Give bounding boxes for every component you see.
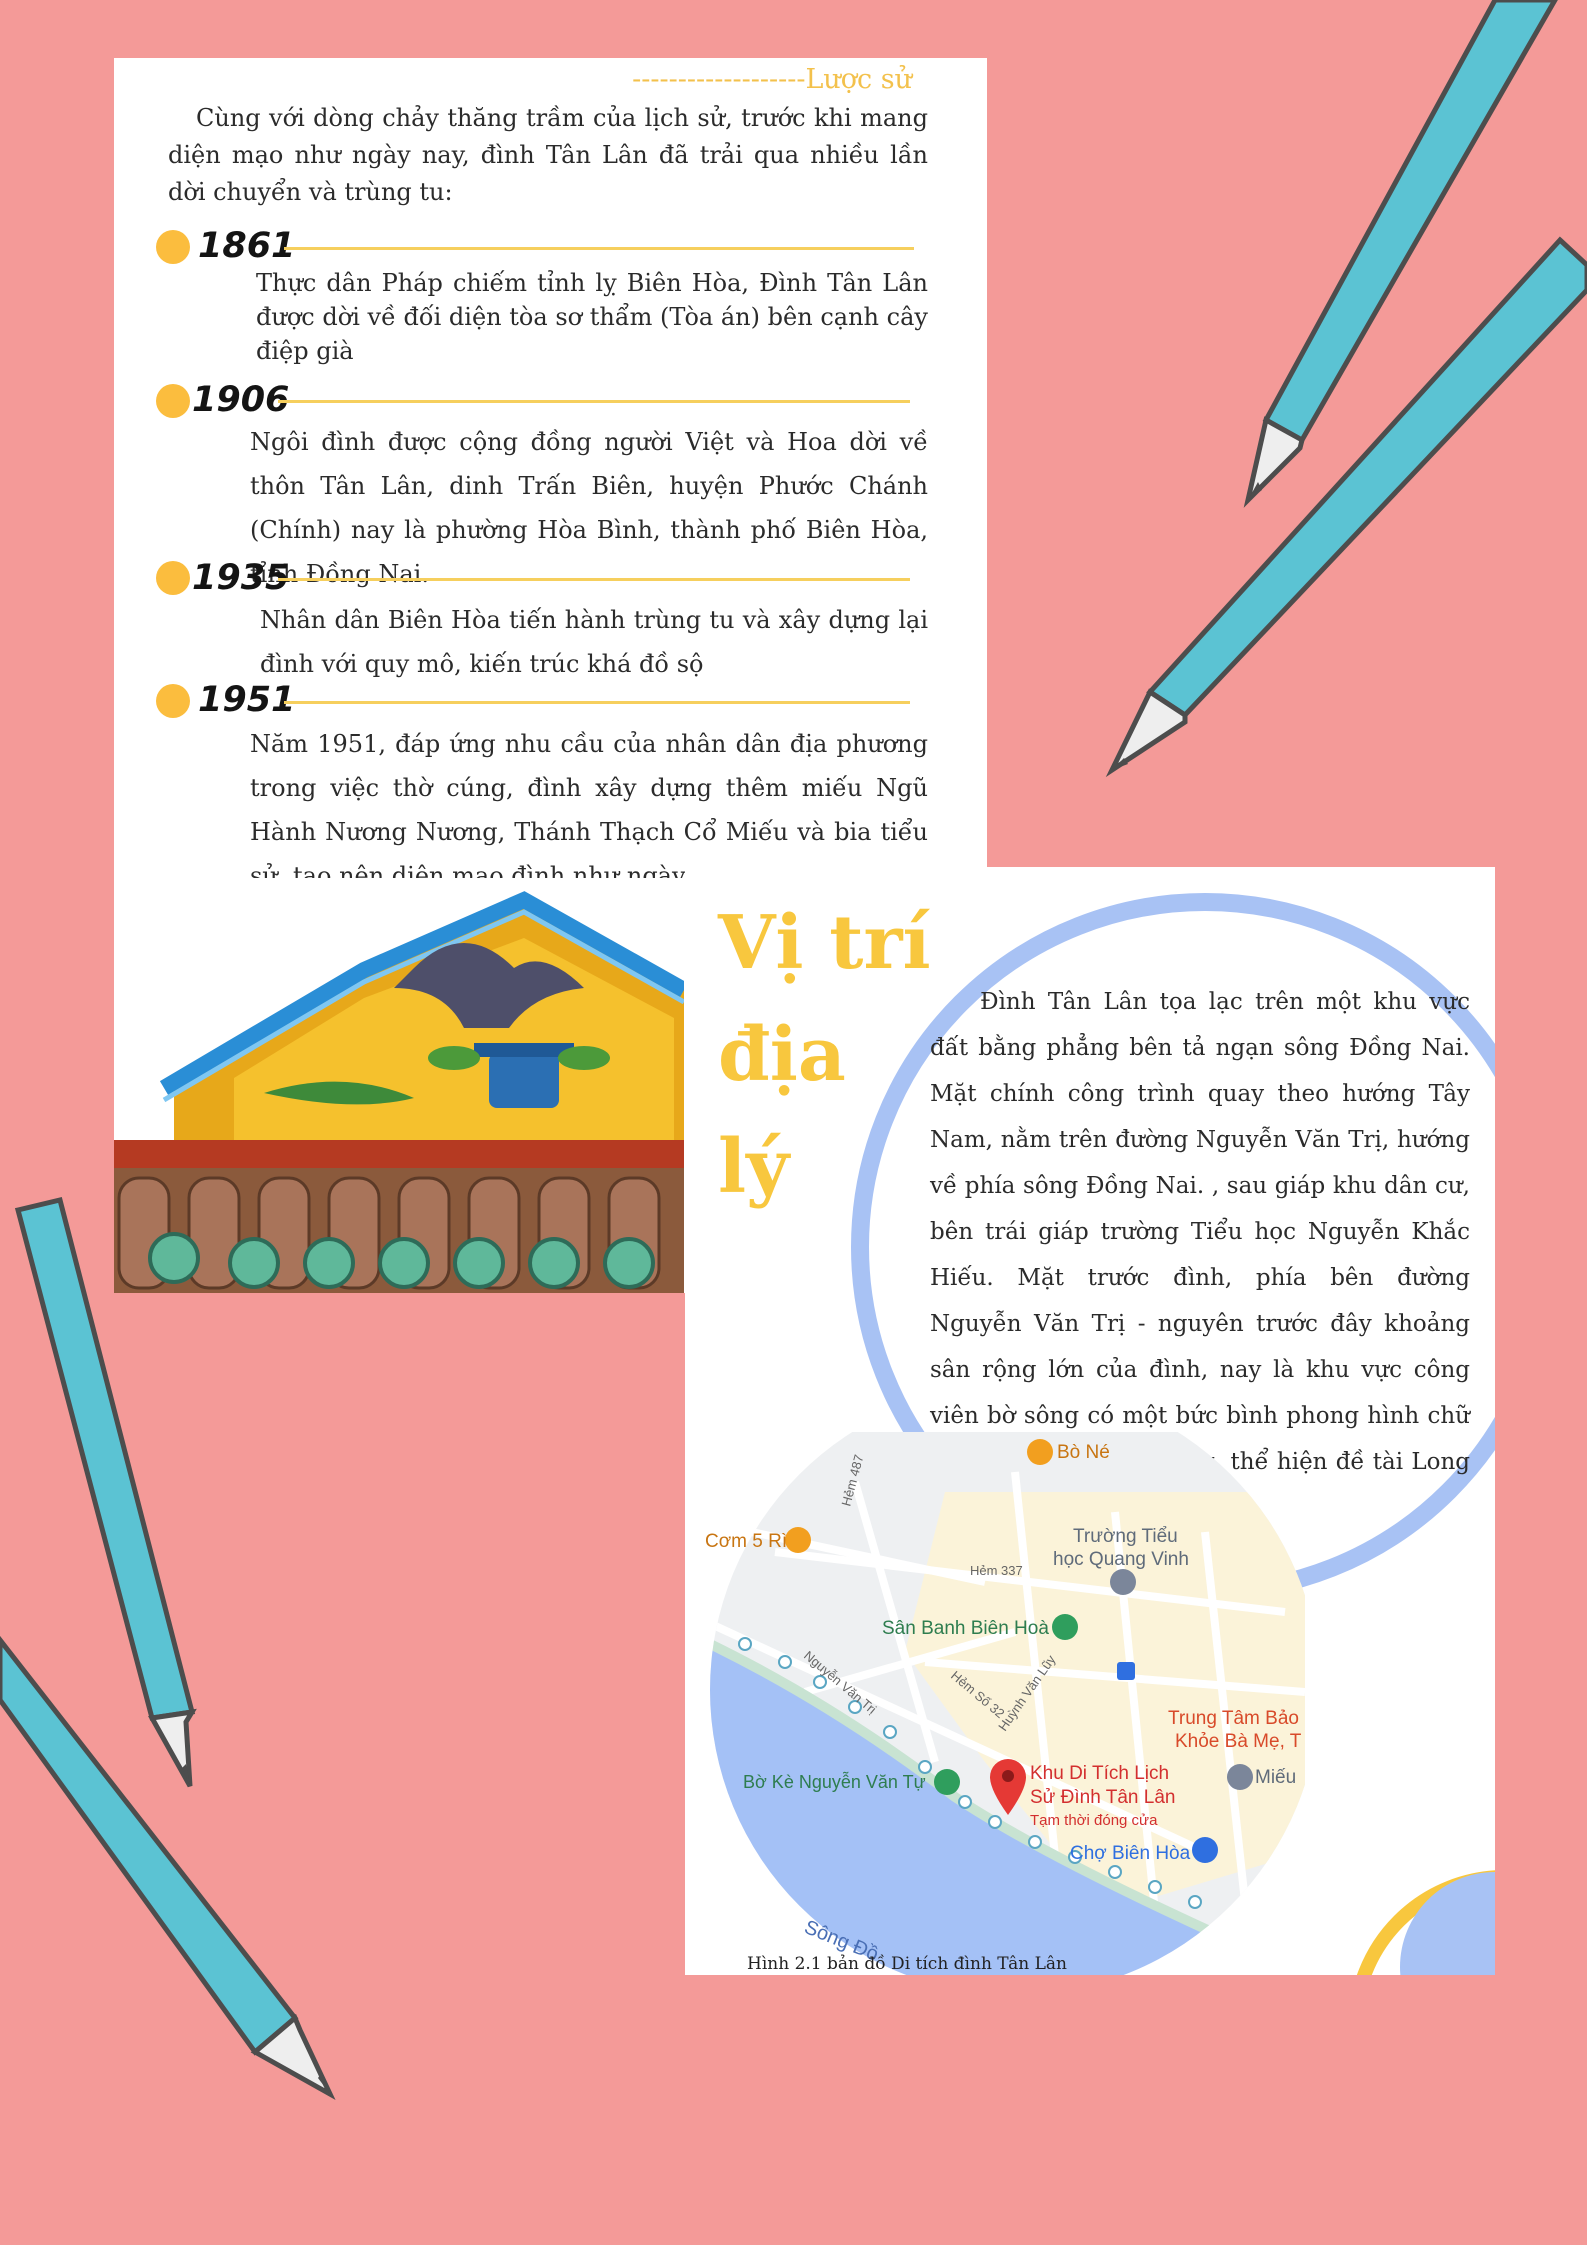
location-card: Vị trí địa lý Đình Tân Lân tọa lạc trên … — [685, 867, 1495, 1975]
map-label: Trường Tiểu — [1073, 1526, 1178, 1547]
map-label: Bò Né — [1057, 1442, 1110, 1463]
map-label: Khỏe Bà Mẹ, T — [1175, 1731, 1302, 1752]
park-icon[interactable] — [934, 1769, 960, 1795]
shopping-icon[interactable] — [1192, 1837, 1218, 1863]
map-label: học Quang Vinh — [1053, 1549, 1189, 1570]
map-label: Chợ Biên Hòa — [1070, 1843, 1191, 1864]
timeline-year: 1935 — [192, 558, 290, 598]
map-label: Khu Di Tích Lịch — [1030, 1763, 1169, 1784]
park-icon[interactable] — [692, 1584, 718, 1610]
timeline-dot-icon — [156, 384, 190, 418]
timeline-divider — [284, 247, 914, 250]
timeline-year: 1906 — [192, 380, 290, 420]
restaurant-icon[interactable] — [1027, 1439, 1053, 1465]
timeline-dot-icon — [156, 561, 190, 595]
bus-stop-icon[interactable] — [1117, 1662, 1135, 1680]
map-label: Sân Banh Biên Hoà — [882, 1618, 1049, 1639]
timeline-text: Nhân dân Biên Hòa tiến hành trùng tu và … — [260, 606, 928, 678]
restaurant-icon[interactable] — [785, 1527, 811, 1553]
map-label: Tạm thời đóng cửa — [1030, 1812, 1158, 1829]
map-label: Sử Đình Tân Lân — [1030, 1787, 1175, 1808]
temple-icon[interactable] — [1227, 1764, 1253, 1790]
timeline-dot-icon — [156, 230, 190, 264]
map-label: Bờ Kè Nguyễn Văn Tự — [743, 1771, 926, 1792]
timeline-text: Thực dân Pháp chiếm tỉnh lỵ Biên Hòa, Đì… — [256, 269, 928, 365]
map-label: Trung Tâm Bảo — [1168, 1708, 1299, 1729]
park-icon[interactable] — [1052, 1614, 1078, 1640]
map-label: Cơm 5 Rì — [705, 1531, 787, 1552]
map-label: Miếu — [1255, 1767, 1296, 1788]
timeline-divider — [278, 400, 910, 403]
timeline-year: 1951 — [198, 680, 296, 720]
map-caption: Hình 2.1 bản đồ Di tích đình Tân Lân — [747, 1954, 1068, 1974]
timeline-divider — [284, 701, 910, 704]
location-title: Vị trí địa lý — [718, 900, 931, 1210]
map-label: Hẻm 337 — [970, 1563, 1023, 1578]
timeline-divider — [278, 578, 910, 581]
timeline-year: 1861 — [198, 226, 296, 266]
timeline-text: Ngôi đình được cộng đồng người Việt và H… — [250, 428, 928, 588]
site-map[interactable]: Bò Né Cơm 5 Rì Trường Tiểu học Quang Vin… — [685, 1432, 1305, 1975]
history-intro: Cùng với dòng chảy thăng trầm của lịch s… — [168, 104, 928, 206]
temple-roof-image — [114, 878, 684, 1293]
history-heading: -------------------Lược sử — [632, 64, 912, 95]
school-icon[interactable] — [1110, 1569, 1136, 1595]
timeline-dot-icon — [156, 684, 190, 718]
